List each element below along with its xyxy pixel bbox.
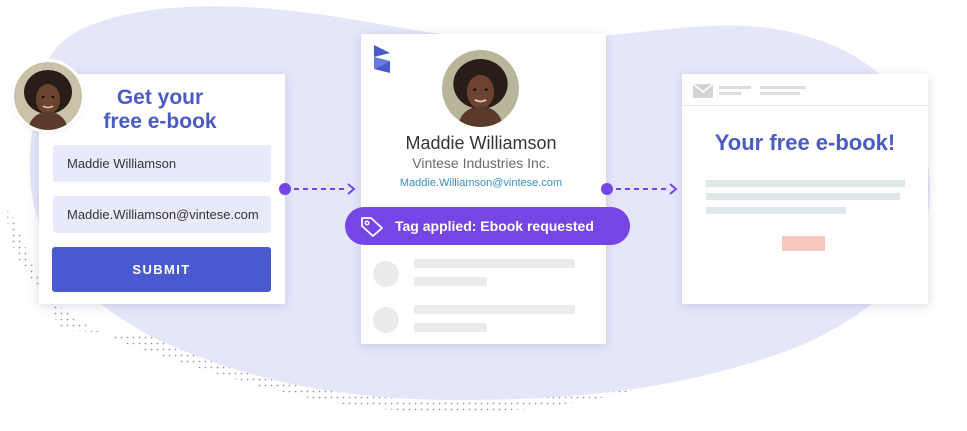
contact-name: Maddie Williamson [405, 133, 557, 153]
brand-logo-icon [374, 45, 390, 73]
name-field[interactable]: Maddie Williamson [53, 145, 271, 182]
header-placeholder-line [719, 92, 741, 95]
body-placeholder-line [706, 193, 900, 200]
form-title: Get your free e-book [60, 86, 260, 134]
email-cta-button[interactable] [782, 236, 825, 251]
avatar [442, 50, 519, 127]
dashed-arrow-icon [279, 183, 356, 195]
placeholder-line [414, 277, 487, 286]
email-heading: Your free e-book! [714, 130, 896, 155]
placeholder-line [414, 259, 575, 268]
email-field[interactable]: Maddie.Williamson@vintese.com [53, 196, 271, 233]
placeholder-line [414, 305, 575, 314]
contact-email-link[interactable]: Maddie.Williamson@vintese.com [361, 177, 601, 189]
contact-company: Vintese Industries Inc. [412, 155, 550, 171]
form-title-line2: free e-book [103, 110, 217, 133]
submit-button[interactable]: SUBMIT [52, 247, 271, 292]
list-item [373, 305, 583, 335]
placeholder-avatar [373, 261, 399, 287]
body-placeholder-line [706, 180, 905, 187]
body-placeholder-line [706, 207, 846, 214]
placeholder-avatar [373, 307, 399, 333]
list-item [373, 259, 583, 289]
tag-label: Tag applied: Ebook requested [395, 218, 594, 234]
placeholder-line [414, 323, 487, 332]
tag-badge: Tag applied: Ebook requested [345, 207, 630, 245]
divider [682, 105, 928, 106]
header-placeholder-line [760, 92, 800, 95]
header-placeholder-line [760, 86, 806, 89]
header-placeholder-line [719, 86, 751, 89]
envelope-icon [693, 84, 713, 98]
tag-icon [361, 217, 383, 237]
email-preview-card [682, 74, 928, 304]
dashed-arrow-icon [601, 183, 678, 195]
form-title-line1: Get your [116, 86, 204, 109]
